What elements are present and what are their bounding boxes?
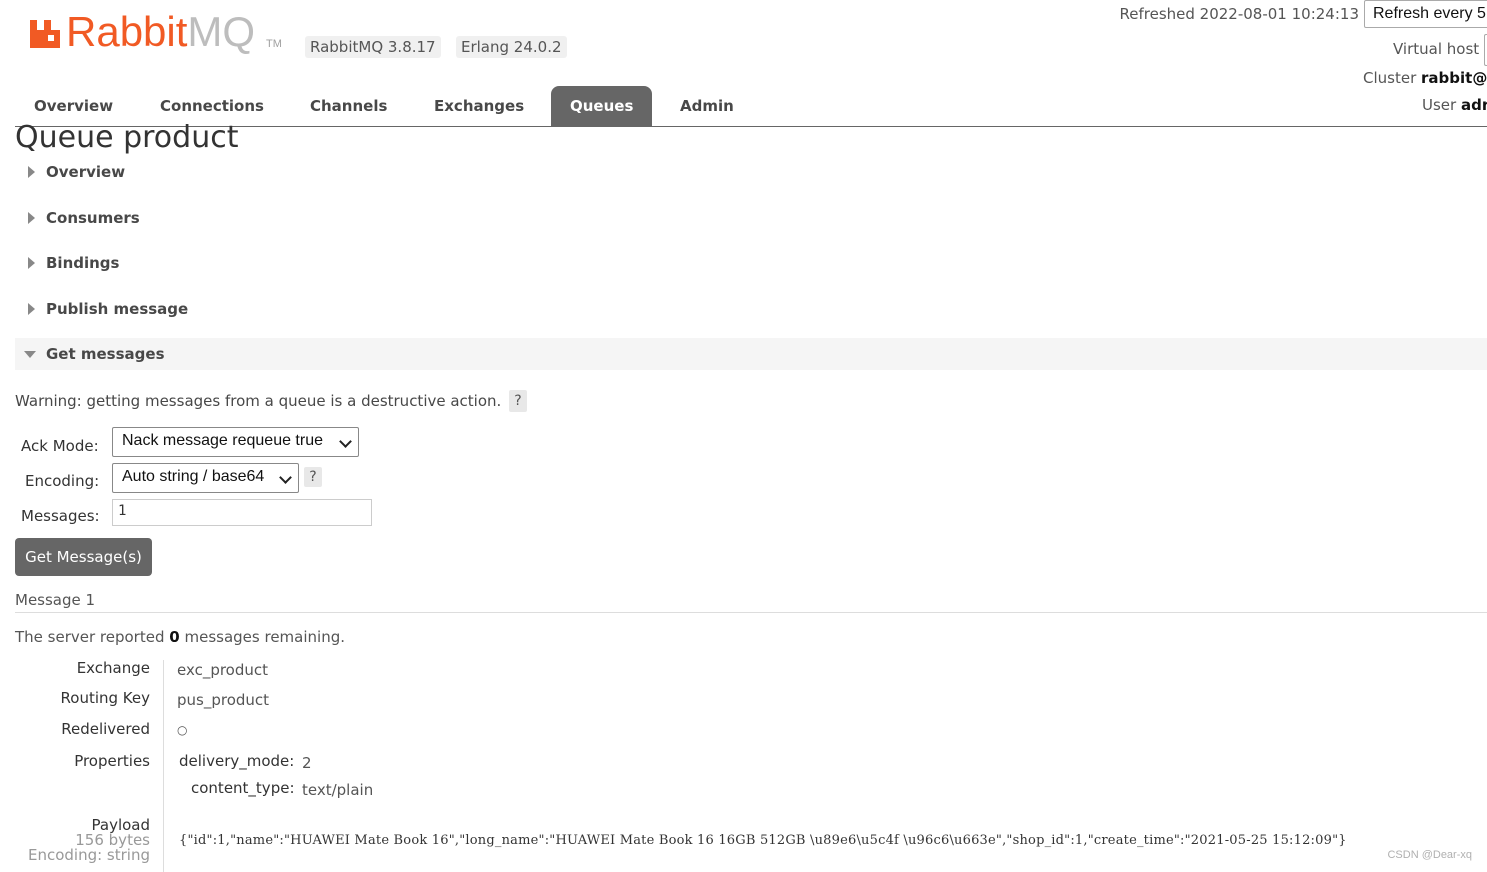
content-type-label: content_type: xyxy=(191,779,295,797)
chevron-down-icon xyxy=(279,471,292,484)
details-separator xyxy=(163,660,164,872)
section-consumers-toggle[interactable]: Consumers xyxy=(15,202,1487,234)
messages-remaining: The server reported 0 messages remaining… xyxy=(15,628,345,646)
tab-exchanges[interactable]: Exchanges xyxy=(415,86,543,126)
content-type-value: text/plain xyxy=(302,781,374,799)
messages-count-input[interactable]: 1 xyxy=(112,499,372,526)
ack-mode-label: Ack Mode: xyxy=(21,437,99,455)
section-label: Get messages xyxy=(46,345,165,363)
delivery-mode-value: 2 xyxy=(302,754,312,772)
cluster-name: rabbit@ xyxy=(1421,69,1487,87)
logo-trademark: TM xyxy=(266,38,282,50)
virtual-host-label: Virtual host xyxy=(1393,40,1480,58)
section-get-messages-toggle[interactable]: Get messages xyxy=(15,338,1487,370)
redelivered-label: Redelivered xyxy=(61,720,150,738)
destructive-warning: Warning: getting messages from a queue i… xyxy=(15,392,502,410)
divider xyxy=(15,612,1487,613)
section-label: Overview xyxy=(46,163,126,181)
tab-channels[interactable]: Channels xyxy=(291,86,406,126)
erlang-version-badge: Erlang 24.0.2 xyxy=(456,36,567,58)
exchange-label: Exchange xyxy=(76,659,150,677)
ack-mode-value: Nack message requeue true xyxy=(122,432,323,449)
chevron-down-icon xyxy=(339,435,352,448)
remaining-count: 0 xyxy=(169,628,180,646)
tab-queues[interactable]: Queues xyxy=(551,86,653,126)
redelivered-value: ○ xyxy=(177,723,188,737)
encoding-value: Auto string / base64 xyxy=(122,468,265,485)
exchange-value: exc_product xyxy=(177,661,269,679)
section-label: Consumers xyxy=(46,209,140,227)
section-publish-message-toggle[interactable]: Publish message xyxy=(15,293,1487,325)
logo-text: RabbitMQ xyxy=(66,8,256,55)
section-overview-toggle[interactable]: Overview xyxy=(15,156,1487,188)
encoding-select[interactable]: Auto string / base64 xyxy=(112,463,299,493)
get-messages-button[interactable]: Get Message(s) xyxy=(15,538,152,576)
section-label: Bindings xyxy=(46,254,120,272)
warning-help-button[interactable]: ? xyxy=(509,390,527,412)
section-bindings-toggle[interactable]: Bindings xyxy=(15,247,1487,279)
expand-arrow-icon xyxy=(28,257,35,269)
encoding-help-button[interactable]: ? xyxy=(304,467,322,487)
ack-mode-select[interactable]: Nack message requeue true xyxy=(112,427,359,457)
refreshed-timestamp: Refreshed 2022-08-01 10:24:13 xyxy=(1119,5,1359,23)
messages-label: Messages: xyxy=(21,507,100,525)
rabbitmq-logo-icon xyxy=(30,20,60,48)
delivery-mode-label: delivery_mode: xyxy=(179,752,295,770)
page-title: Queue product xyxy=(15,120,239,155)
properties-label: Properties xyxy=(74,752,150,770)
tab-admin[interactable]: Admin xyxy=(661,86,753,126)
rabbitmq-version-badge: RabbitMQ 3.8.17 xyxy=(305,36,441,58)
expand-arrow-icon xyxy=(28,303,35,315)
message-heading: Message 1 xyxy=(15,591,96,609)
cluster-info: Cluster rabbit@ xyxy=(1363,69,1487,87)
section-label: Publish message xyxy=(46,300,189,318)
watermark: CSDN @Dear-xq xyxy=(1387,849,1472,861)
routing-key-label: Routing Key xyxy=(60,689,150,707)
expand-arrow-icon xyxy=(28,166,35,178)
payload-encoding: Encoding: string xyxy=(27,846,150,864)
refresh-interval-select[interactable]: Refresh every 5 xyxy=(1364,0,1487,28)
collapse-arrow-icon xyxy=(24,351,36,358)
payload-content: {"id":1,"name":"HUAWEI Mate Book 16","lo… xyxy=(179,833,1347,848)
expand-arrow-icon xyxy=(28,212,35,224)
routing-key-value: pus_product xyxy=(177,691,270,709)
encoding-label: Encoding: xyxy=(25,472,100,490)
